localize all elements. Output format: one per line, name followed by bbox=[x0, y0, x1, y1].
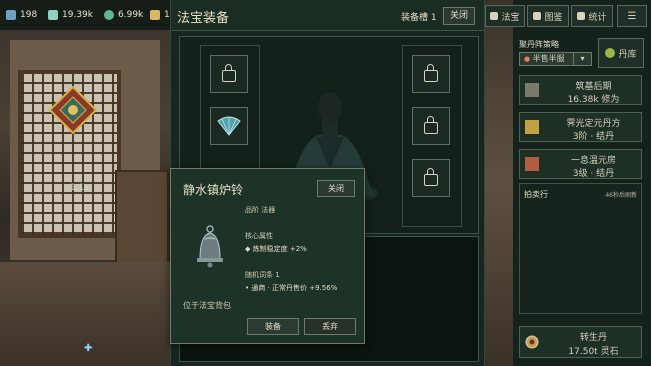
item-location: 位于法宝背包 bbox=[183, 301, 231, 310]
fabao-icon bbox=[490, 12, 499, 20]
resource-1: 198 bbox=[6, 0, 37, 30]
scene-overlay-text: 1.1s bbox=[70, 183, 90, 193]
cabinet bbox=[115, 170, 169, 269]
resource-2: 19.39k bbox=[48, 0, 93, 30]
chevron-down-icon[interactable]: ▾ bbox=[573, 52, 592, 66]
pill-icon bbox=[605, 48, 616, 58]
nav-tujian-button[interactable]: 图鉴 bbox=[527, 5, 569, 27]
panel-close-button[interactable]: 关闭 bbox=[443, 7, 475, 25]
core-attr-header: 核心属性 bbox=[245, 232, 273, 240]
equip-button[interactable]: 装备 bbox=[247, 318, 299, 335]
spirit-stone-icon bbox=[6, 10, 16, 20]
nav-fabao-label: 法宝 bbox=[501, 12, 520, 23]
scene-background: 1.1s ✚ bbox=[0, 0, 170, 366]
alchemy-button[interactable]: 丹库 bbox=[598, 38, 644, 68]
panel-header: 法宝装备 装备槽 1 关闭 bbox=[171, 0, 484, 31]
nav-fabao-button[interactable]: 法宝 bbox=[485, 5, 525, 27]
water-icon bbox=[48, 10, 58, 20]
random-attr-header: 随机词条 1 bbox=[245, 271, 280, 279]
room-card[interactable]: 一息温元房 3级 · 结丹 bbox=[519, 149, 642, 179]
card-1-line2: 16.38k 修为 bbox=[567, 95, 620, 105]
auction-panel: 拍卖行 46秒后刷新 bbox=[519, 183, 642, 314]
strategy-select-value: 半售半服 bbox=[532, 54, 565, 63]
resource-3-value: 6.99k bbox=[118, 10, 144, 20]
core-attr-stat: ◆ 炼制稳定度 +2% bbox=[245, 245, 307, 253]
card-3-line1: 一息温元房 bbox=[570, 156, 616, 166]
gold-icon bbox=[150, 10, 160, 20]
item-grade: 品阶 法器 bbox=[245, 206, 276, 214]
card-2-line1: 霁光定元丹方 bbox=[566, 119, 621, 129]
auction-title: 拍卖行 bbox=[524, 190, 548, 199]
nav-tujian-label: 图鉴 bbox=[544, 12, 563, 23]
strategy-label: 聚丹阵策略 bbox=[519, 40, 559, 49]
bottom-card-line1: 转生丹 bbox=[579, 333, 607, 343]
card-2-line2: 3阶 · 结丹 bbox=[572, 132, 615, 142]
cultivator-icon bbox=[525, 83, 539, 97]
auction-refresh-timer: 46秒后刷新 bbox=[605, 192, 637, 199]
resource-3: 6.99k bbox=[104, 0, 143, 30]
alchemy-label: 丹库 bbox=[618, 49, 637, 60]
popup-close-button[interactable]: 关闭 bbox=[317, 180, 355, 197]
scene-background-right bbox=[483, 0, 513, 366]
random-attr-stat: • 通商 · 正常丹售价 +9.56% bbox=[245, 284, 338, 292]
strategy-dot-icon: ● bbox=[524, 55, 531, 63]
scroll-icon bbox=[525, 120, 539, 134]
rebirth-pill-card[interactable]: 转生丹 17.50t 灵石 bbox=[519, 326, 642, 358]
diamond-ornament-icon[interactable] bbox=[48, 85, 98, 135]
resource-1-value: 198 bbox=[20, 10, 38, 20]
discard-button[interactable]: 丢弃 bbox=[304, 318, 356, 335]
item-title: 静水镇炉铃 bbox=[183, 183, 244, 197]
stats-icon bbox=[577, 12, 586, 20]
cultivation-card[interactable]: 筑基后期 16.38k 修为 bbox=[519, 75, 642, 105]
panel-title: 法宝装备 bbox=[177, 11, 230, 26]
item-detail-popup: 静水镇炉铃 关闭 品阶 法器 核心属性 ◆ 炼制稳定度 +2% 随机词条 1 •… bbox=[170, 168, 365, 344]
card-1-line1: 筑基后期 bbox=[575, 82, 612, 92]
resource-2-value: 19.39k bbox=[62, 10, 93, 20]
rebirth-pill-icon bbox=[525, 335, 539, 349]
hamburger-icon: ☰ bbox=[627, 10, 637, 22]
furnace-room-icon bbox=[525, 157, 539, 171]
right-slot-column bbox=[402, 45, 462, 227]
book-icon bbox=[533, 12, 542, 20]
plus-marker-icon[interactable]: ✚ bbox=[84, 343, 92, 354]
bell-icon bbox=[197, 225, 223, 268]
resource-4: 1 bbox=[150, 0, 170, 30]
herb-icon bbox=[104, 10, 114, 20]
nav-tongji-button[interactable]: 统计 bbox=[571, 5, 613, 27]
menu-button[interactable]: ☰ bbox=[617, 5, 647, 27]
card-3-line2: 3级 · 结丹 bbox=[572, 169, 615, 179]
bottom-card-line2: 17.50t 灵石 bbox=[568, 347, 619, 357]
resource-4-value: 1 bbox=[164, 10, 170, 20]
recipe-card[interactable]: 霁光定元丹方 3阶 · 结丹 bbox=[519, 112, 642, 142]
nav-tongji-label: 统计 bbox=[588, 12, 607, 23]
slot-label: 装备槽 1 bbox=[401, 13, 437, 23]
